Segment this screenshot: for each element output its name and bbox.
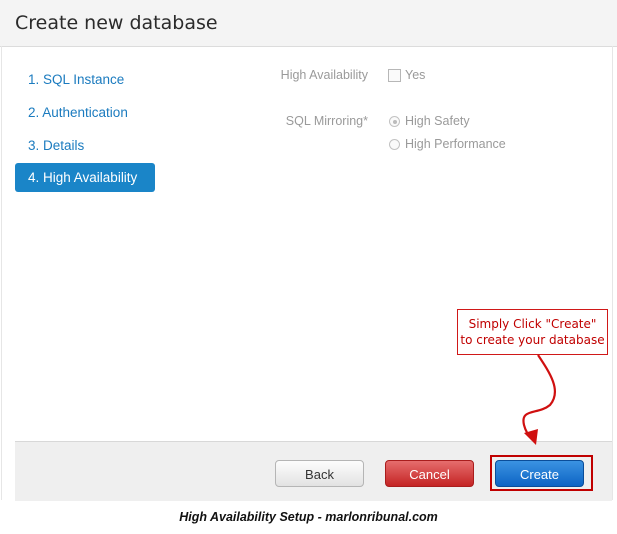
image-caption: High Availability Setup - marlonribunal.… <box>179 510 438 524</box>
high-availability-checkbox[interactable] <box>388 69 401 82</box>
high-availability-label: High Availability <box>280 68 368 82</box>
annotation-callout: Simply Click "Create" to create your dat… <box>457 309 608 355</box>
annotation-line-1: Simply Click "Create" <box>468 317 597 331</box>
back-button[interactable]: Back <box>275 460 364 487</box>
high-safety-label: High Safety <box>405 114 470 128</box>
high-performance-label: High Performance <box>405 137 506 151</box>
dialog-title: Create new database <box>15 12 218 34</box>
step-high-availability[interactable]: 4. High Availability <box>15 163 155 192</box>
dialog-left-border <box>1 46 2 500</box>
step-authentication[interactable]: 2. Authentication <box>15 98 155 127</box>
create-button[interactable]: Create <box>495 460 584 487</box>
step-sql-instance[interactable]: 1. SQL Instance <box>15 65 155 94</box>
dialog-titlebar: Create new database <box>0 0 617 47</box>
sql-mirroring-label: SQL Mirroring* <box>285 114 368 128</box>
annotation-arrow-icon <box>522 354 556 445</box>
high-availability-yes-label: Yes <box>405 68 426 82</box>
dialog-right-border <box>612 46 613 500</box>
step-details[interactable]: 3. Details <box>15 131 155 160</box>
annotation-line-2: to create your database <box>460 333 605 347</box>
high-safety-radio[interactable] <box>389 116 400 127</box>
cancel-button[interactable]: Cancel <box>385 460 474 487</box>
high-performance-radio[interactable] <box>389 139 400 150</box>
